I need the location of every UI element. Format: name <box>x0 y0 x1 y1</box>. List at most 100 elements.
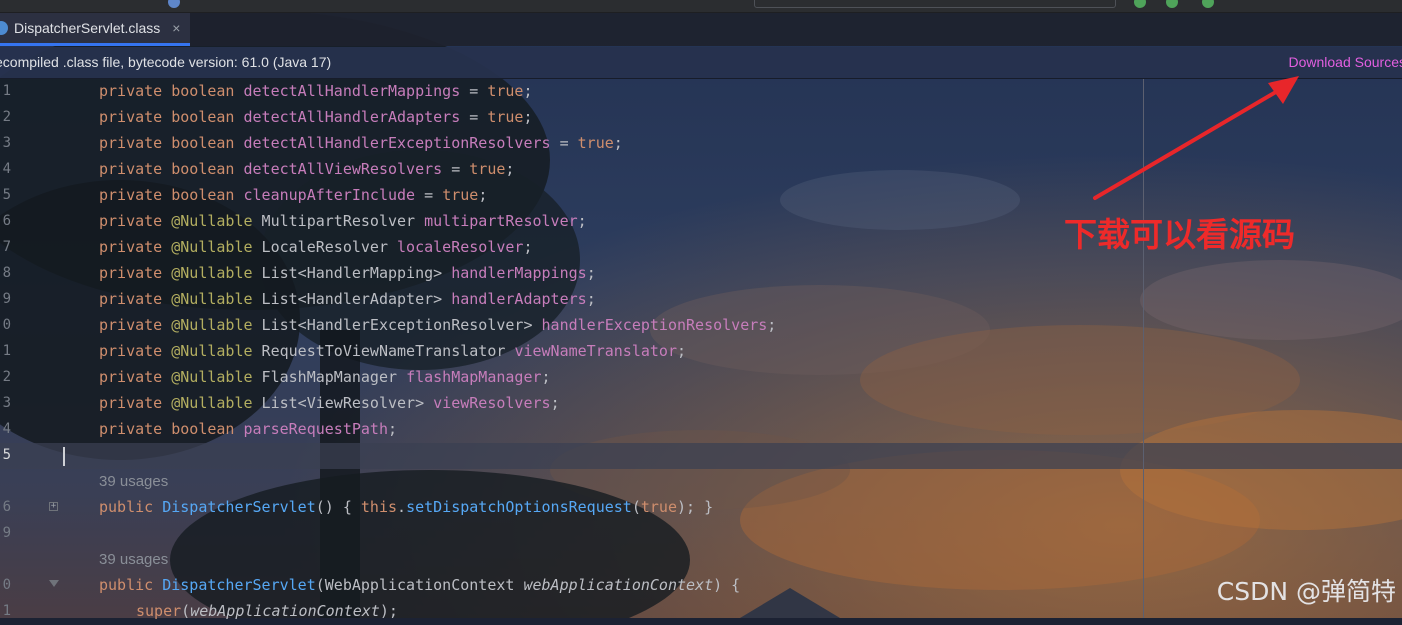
code-token: = <box>460 82 488 100</box>
code-token: detectAllHandlerMappings <box>243 82 461 100</box>
decompiled-notice-text: ecompiled .class file, bytecode version:… <box>0 54 332 70</box>
code-token: flashMapManager <box>406 368 542 386</box>
gutter-line: 1 <box>0 339 60 365</box>
run-config-icon[interactable] <box>168 0 180 8</box>
line-number: 4 <box>2 421 11 437</box>
code-token: ); } <box>677 498 714 516</box>
top-toolbar <box>0 0 1402 13</box>
code-token: = <box>415 186 443 204</box>
fold-collapse-icon[interactable] <box>49 580 59 587</box>
code-token: ; <box>613 134 623 152</box>
code-token: private <box>99 394 172 412</box>
code-token: handlerMappings <box>451 264 587 282</box>
editor-tab-bar: DispatcherServlet.class × <box>0 13 1402 46</box>
code-line: private boolean cleanupAfterInclude = tr… <box>99 186 487 204</box>
gutter-line: 9 <box>0 287 60 313</box>
code-token: @Nullable <box>171 316 253 334</box>
code-line: private boolean detectAllHandlerMappings… <box>99 82 533 100</box>
code-editor[interactable]: 1 private boolean detectAllHandlerMapping… <box>0 79 1402 620</box>
annotation-callout: 下载可以看源码 <box>1064 215 1295 254</box>
code-token: public <box>99 576 163 594</box>
line-number: 3 <box>2 135 11 151</box>
code-line: private boolean detectAllViewResolvers =… <box>99 160 514 178</box>
code-token: ( <box>181 602 191 620</box>
code-token: = <box>550 134 578 152</box>
code-token: @Nullable <box>171 394 253 412</box>
code-token: @Nullable <box>171 264 253 282</box>
gutter-line: 0 <box>0 573 60 599</box>
csdn-watermark: CSDN @弹简特 <box>1216 577 1396 606</box>
line-number: 1 <box>2 343 11 359</box>
code-line: private @Nullable List<ViewResolver> vie… <box>99 394 560 412</box>
gutter-line: 2 <box>0 105 60 131</box>
code-token: ( <box>631 498 641 516</box>
line-number: 9 <box>2 525 11 541</box>
line-number: 6 <box>2 213 11 229</box>
gutter-line: 7 <box>0 235 60 261</box>
code-token: multipartResolver <box>424 212 578 230</box>
code-token: @Nullable <box>171 342 253 360</box>
line-number: 4 <box>2 161 11 177</box>
code-token: ; <box>478 186 488 204</box>
code-token: true <box>469 160 506 178</box>
code-token: = <box>442 160 470 178</box>
code-token: private <box>99 212 172 230</box>
line-number: 2 <box>2 109 11 125</box>
usages-hint[interactable]: 39 usages <box>99 551 168 568</box>
line-number: 0 <box>2 317 11 333</box>
code-token: ; <box>586 290 596 308</box>
line-number: 9 <box>2 291 11 307</box>
code-token: @Nullable <box>171 368 253 386</box>
usages-hint[interactable]: 39 usages <box>99 473 168 490</box>
build-icon[interactable] <box>1134 0 1146 8</box>
gutter-line: 9 <box>0 521 60 547</box>
code-token: private boolean <box>99 134 244 152</box>
fold-expand-icon[interactable]: + <box>49 502 58 511</box>
code-token: ; <box>586 264 596 282</box>
code-token: FlashMapManager <box>252 368 407 386</box>
code-token: public <box>99 498 163 516</box>
code-token: viewNameTranslator <box>514 342 677 360</box>
code-line: private @Nullable FlashMapManager flashM… <box>99 368 551 386</box>
gutter-line: 4 <box>0 157 60 183</box>
code-token: true <box>577 134 614 152</box>
gutter-line: 1 <box>0 79 60 105</box>
debug-icon[interactable] <box>1166 0 1178 8</box>
code-token: ; <box>677 342 687 360</box>
code-token: ; <box>767 316 777 334</box>
line-number: 5 <box>2 187 11 203</box>
code-token: viewResolvers <box>433 394 551 412</box>
code-token: localeResolver <box>397 238 524 256</box>
code-token: ; <box>388 420 398 438</box>
code-token: ; <box>505 160 515 178</box>
code-token: ; <box>523 238 533 256</box>
download-sources-link[interactable]: Download Sources <box>1288 54 1402 70</box>
code-token: ) { <box>713 576 741 594</box>
code-token: ; <box>541 368 551 386</box>
run-configuration-selector[interactable] <box>754 0 1116 8</box>
tab-dispatcherservlet-class[interactable]: DispatcherServlet.class × <box>0 13 190 46</box>
code-token: ; <box>550 394 560 412</box>
code-token: handlerAdapters <box>451 290 587 308</box>
line-number: 6 <box>2 499 11 515</box>
code-token: true <box>640 498 677 516</box>
gutter-line: 5 <box>0 183 60 209</box>
code-token: setDispatchOptionsRequest <box>406 498 632 516</box>
code-token: private <box>99 342 172 360</box>
code-token: true <box>442 186 479 204</box>
gutter-line: 2 <box>0 365 60 391</box>
close-icon[interactable]: × <box>172 20 180 36</box>
current-line-highlight <box>0 443 1402 469</box>
line-number: 0 <box>2 577 11 593</box>
code-line: private @Nullable List<HandlerAdapter> h… <box>99 290 596 308</box>
code-token: @Nullable <box>171 212 253 230</box>
code-token: private boolean <box>99 420 244 438</box>
code-token: private boolean <box>99 160 244 178</box>
decompiled-notice-banner: ecompiled .class file, bytecode version:… <box>0 47 1402 79</box>
line-number: 1 <box>2 83 11 99</box>
code-line: private boolean detectAllHandlerExceptio… <box>99 134 623 152</box>
code-line: private @Nullable List<HandlerMapping> h… <box>99 264 596 282</box>
code-token: List<HandlerMapping> <box>252 264 452 282</box>
code-token: RequestToViewNameTranslator <box>252 342 515 360</box>
run-icon[interactable] <box>1202 0 1214 8</box>
